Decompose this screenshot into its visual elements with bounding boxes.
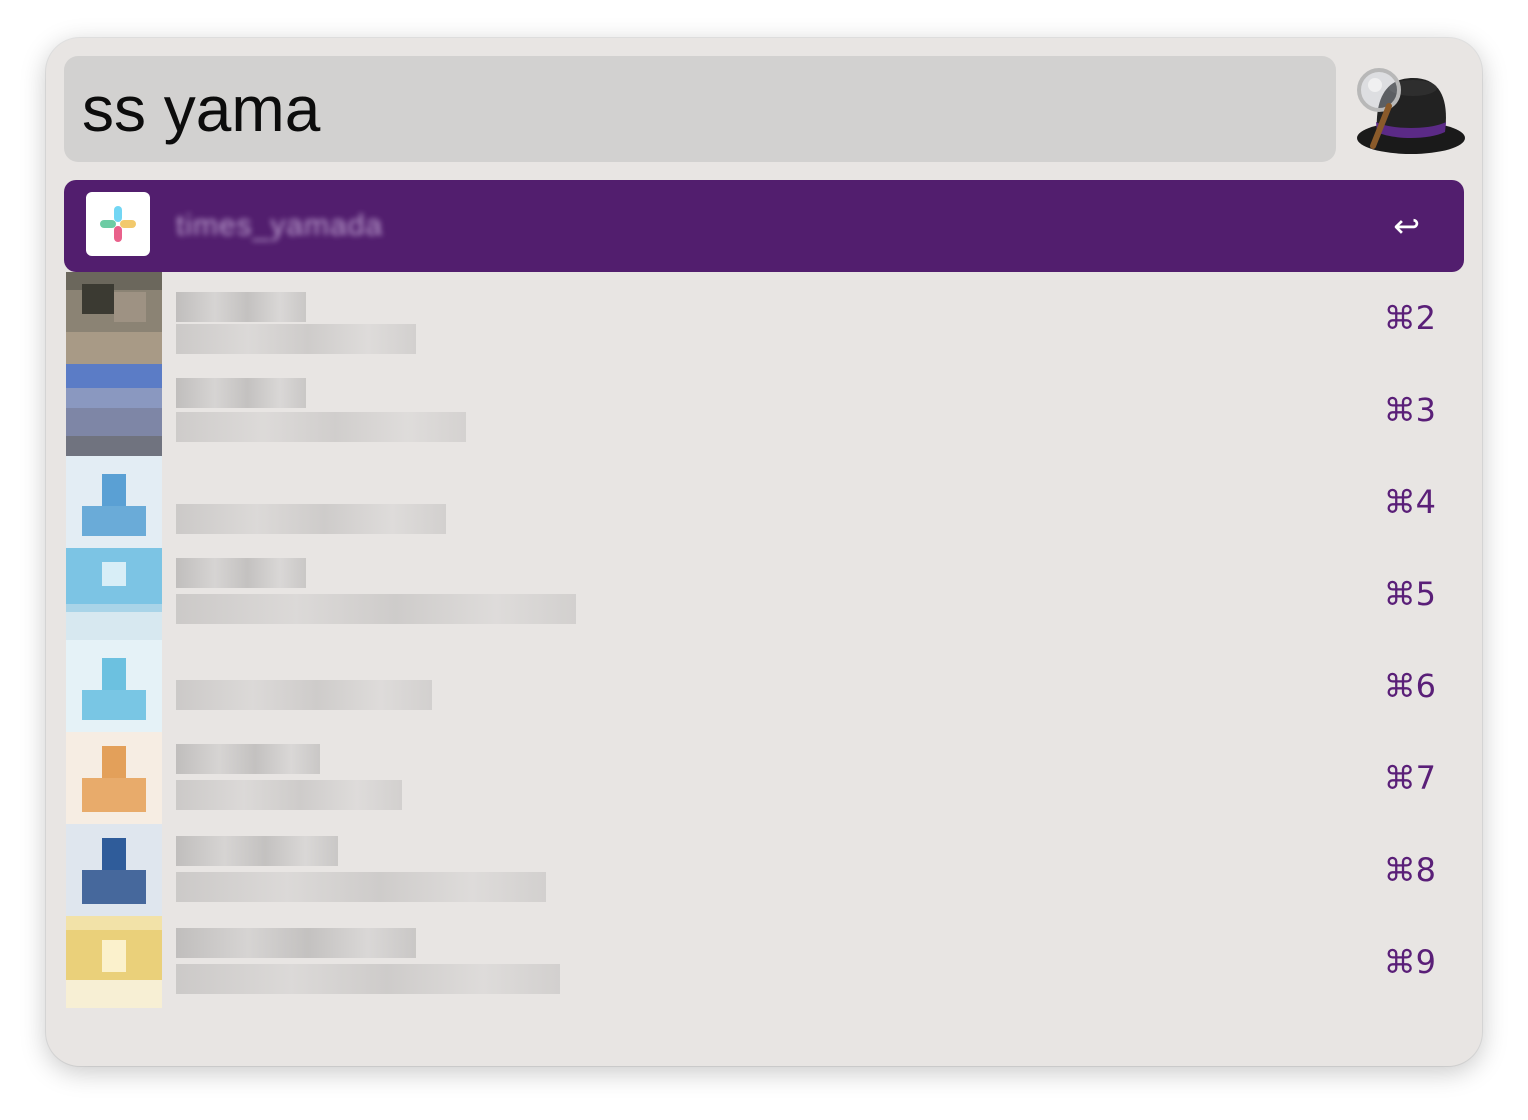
avatar (66, 456, 162, 548)
avatar (66, 640, 162, 732)
blurred-subtitle (176, 964, 560, 994)
blurred-title (176, 292, 306, 322)
blurred-subtitle (176, 594, 576, 624)
shortcut-label: ⌘5 (1383, 575, 1436, 613)
blurred-subtitle (176, 872, 546, 902)
slack-icon (86, 192, 150, 256)
result-row-3[interactable]: ⌘3 (64, 364, 1464, 456)
blurred-subtitle (176, 504, 446, 534)
blurred-subtitle (176, 412, 466, 442)
result-row-1[interactable]: times_yamada ↩ (64, 180, 1464, 272)
blurred-subtitle (176, 680, 432, 710)
result-row-8[interactable]: ⌘8 (64, 824, 1464, 916)
results-list: times_yamada ↩ ⌘2 ⌘3 ⌘4 ⌘5 ⌘6 ⌘7 ⌘8 ⌘9 (64, 180, 1464, 1008)
avatar (66, 272, 162, 364)
shortcut-label: ⌘4 (1383, 483, 1436, 521)
blurred-title (176, 744, 320, 774)
result-row-6[interactable]: ⌘6 (64, 640, 1464, 732)
blurred-title (176, 928, 416, 958)
avatar (66, 824, 162, 916)
search-box[interactable] (64, 56, 1336, 162)
return-key-icon: ↩ (1393, 207, 1420, 245)
shortcut-label: ⌘9 (1383, 943, 1436, 981)
shortcut-label: ⌘3 (1383, 391, 1436, 429)
shortcut-label: ⌘2 (1383, 299, 1436, 337)
blurred-title (176, 378, 306, 408)
search-input[interactable] (64, 56, 1336, 162)
avatar (66, 364, 162, 456)
avatar (66, 732, 162, 824)
shortcut-label: ⌘6 (1383, 667, 1436, 705)
launcher-window: times_yamada ↩ ⌘2 (46, 38, 1482, 1066)
result-row-4[interactable]: ⌘4 (64, 456, 1464, 548)
shortcut-label: ⌘7 (1383, 759, 1436, 797)
blurred-subtitle (176, 780, 402, 810)
avatar (66, 548, 162, 640)
result-title: times_yamada (176, 209, 384, 242)
blurred-title (176, 836, 338, 866)
shortcut-label: ⌘8 (1383, 851, 1436, 889)
avatar (66, 916, 162, 1008)
result-row-9[interactable]: ⌘9 (64, 916, 1464, 1008)
result-row-5[interactable]: ⌘5 (64, 548, 1464, 640)
result-row-7[interactable]: ⌘7 (64, 732, 1464, 824)
result-row-2[interactable]: ⌘2 (64, 272, 1464, 364)
alfred-hat-icon (1357, 68, 1465, 154)
blurred-title (176, 558, 306, 588)
blurred-subtitle (176, 324, 416, 354)
